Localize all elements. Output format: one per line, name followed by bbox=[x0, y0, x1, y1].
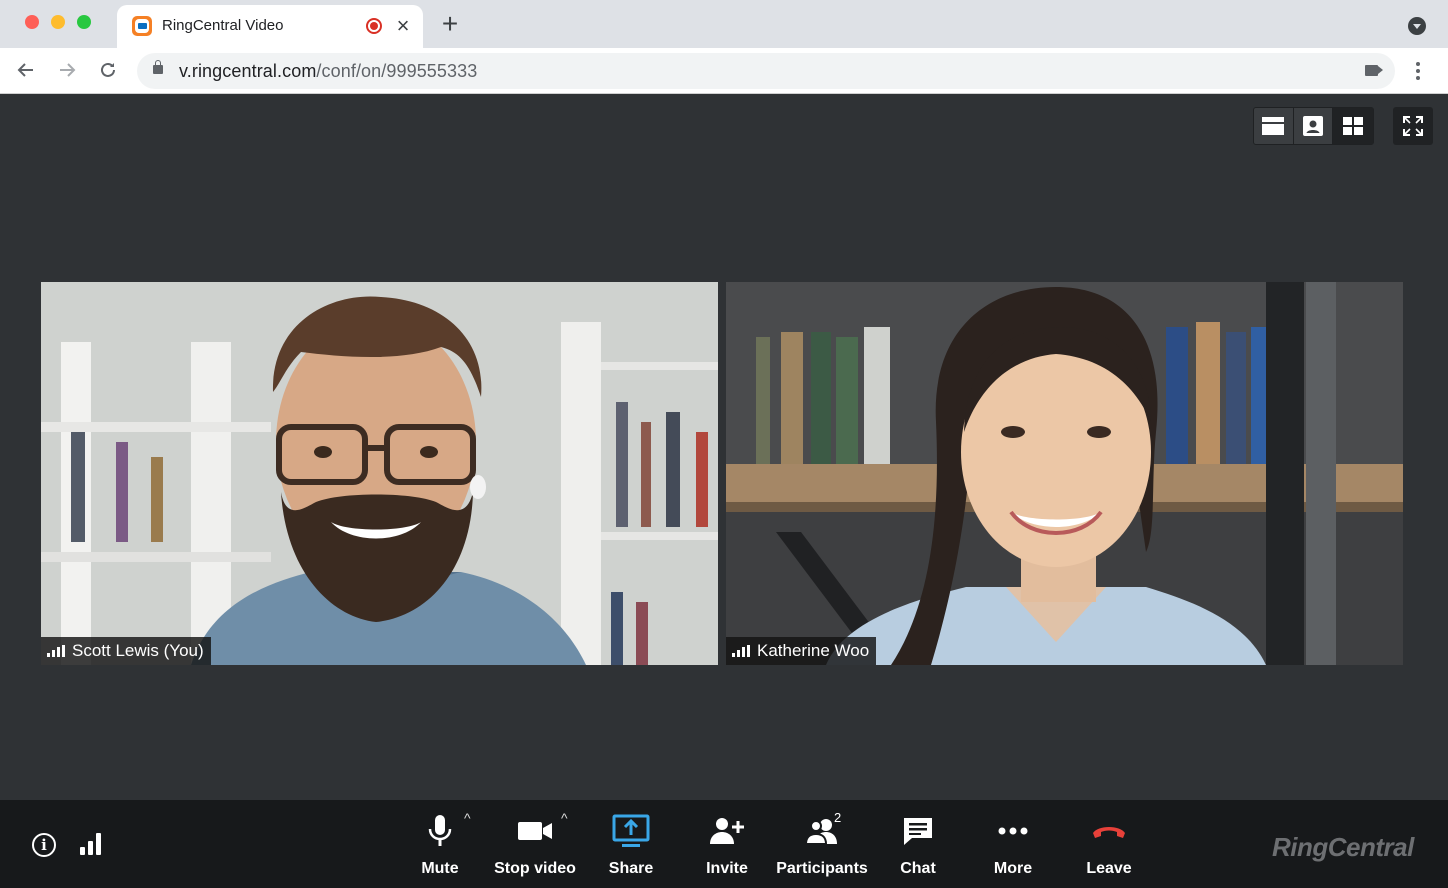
connection-quality-icon bbox=[47, 645, 65, 657]
video-tile-self[interactable]: Scott Lewis (You) bbox=[41, 282, 718, 665]
zoom-window-button[interactable] bbox=[77, 15, 91, 29]
browser-window: RingCentral Video × + v.ringcentral.com/… bbox=[0, 0, 1448, 888]
tab-strip: RingCentral Video × + bbox=[0, 0, 1448, 48]
participant-video-scott bbox=[41, 282, 718, 665]
hang-up-phone-icon bbox=[1091, 814, 1127, 848]
minimize-window-button[interactable] bbox=[51, 15, 65, 29]
url-path: /conf/on/999555333 bbox=[316, 61, 478, 81]
ringcentral-logo: RingCentral bbox=[1272, 832, 1414, 862]
chat-bubble-icon bbox=[902, 814, 934, 848]
speaker-view-icon[interactable] bbox=[1294, 108, 1334, 144]
participants-count-badge: 2 bbox=[834, 810, 842, 825]
more-vert-icon[interactable] bbox=[1407, 60, 1429, 82]
ringcentral-favicon-icon bbox=[132, 16, 152, 36]
invite-label: Invite bbox=[706, 860, 748, 877]
forward-arrow-icon[interactable] bbox=[55, 58, 79, 82]
leave-button[interactable]: Leave bbox=[1061, 800, 1157, 888]
lock-icon[interactable] bbox=[153, 60, 163, 74]
filmstrip-view-icon[interactable] bbox=[1254, 108, 1294, 144]
participant-name: Scott Lewis (You) bbox=[72, 641, 204, 660]
tab-search-icon[interactable] bbox=[1408, 17, 1426, 35]
chat-label: Chat bbox=[900, 860, 936, 877]
share-label: Share bbox=[608, 860, 654, 877]
meeting-stage: Scott Lewis (You) Katherine Woo bbox=[0, 95, 1448, 800]
stop-video-button[interactable]: ^ Stop video bbox=[487, 800, 583, 888]
view-mode-switcher bbox=[1253, 107, 1374, 145]
participant-name-tag: Scott Lewis (You) bbox=[41, 637, 211, 665]
browser-toolbar: v.ringcentral.com/conf/on/999555333 bbox=[0, 48, 1448, 94]
tab-title: RingCentral Video bbox=[162, 17, 284, 34]
share-button[interactable]: Share bbox=[583, 800, 679, 888]
address-bar[interactable]: v.ringcentral.com/conf/on/999555333 bbox=[137, 53, 1395, 89]
mute-button[interactable]: ^ Mute bbox=[392, 800, 488, 888]
participant-name-tag: Katherine Woo bbox=[726, 637, 877, 665]
stop-video-label: Stop video bbox=[494, 860, 576, 877]
camera-icon[interactable] bbox=[1365, 65, 1378, 76]
url-host: v.ringcentral.com bbox=[179, 61, 317, 81]
more-label: More bbox=[993, 860, 1033, 877]
reload-icon[interactable] bbox=[96, 58, 120, 82]
participants-button[interactable]: 2 Participants bbox=[774, 800, 870, 888]
invite-button[interactable]: Invite bbox=[679, 800, 775, 888]
tab-close-icon[interactable]: × bbox=[393, 13, 413, 39]
meeting-control-bar: i ^ Mute ^ Stop video Share Invite 2 Par… bbox=[0, 800, 1448, 888]
participants-label: Participants bbox=[776, 860, 868, 877]
add-person-icon bbox=[709, 814, 745, 848]
more-horizontal-icon bbox=[998, 814, 1028, 848]
gallery-view-icon[interactable] bbox=[1333, 108, 1373, 144]
audio-options-chevron-icon[interactable]: ^ bbox=[464, 810, 471, 826]
participant-name: Katherine Woo bbox=[757, 641, 870, 660]
connection-quality-icon bbox=[732, 645, 750, 657]
leave-label: Leave bbox=[1086, 860, 1132, 877]
close-window-button[interactable] bbox=[25, 15, 39, 29]
back-arrow-icon[interactable] bbox=[14, 58, 38, 82]
mute-label: Mute bbox=[421, 860, 459, 877]
recording-indicator-icon bbox=[366, 18, 382, 34]
video-camera-icon bbox=[517, 814, 553, 848]
more-button[interactable]: More bbox=[965, 800, 1061, 888]
new-tab-button[interactable]: + bbox=[438, 9, 462, 39]
participant-video-katherine bbox=[726, 282, 1403, 665]
share-screen-icon bbox=[612, 814, 650, 848]
network-quality-icon[interactable] bbox=[80, 833, 101, 855]
meeting-info-icon[interactable]: i bbox=[32, 833, 56, 857]
video-tile-remote[interactable]: Katherine Woo bbox=[726, 282, 1403, 665]
address-url[interactable]: v.ringcentral.com/conf/on/999555333 bbox=[179, 61, 477, 82]
microphone-icon bbox=[427, 814, 453, 848]
fullscreen-icon[interactable] bbox=[1393, 107, 1433, 145]
video-options-chevron-icon[interactable]: ^ bbox=[561, 810, 568, 826]
chat-button[interactable]: Chat bbox=[870, 800, 966, 888]
browser-tab[interactable]: RingCentral Video × bbox=[117, 5, 423, 48]
